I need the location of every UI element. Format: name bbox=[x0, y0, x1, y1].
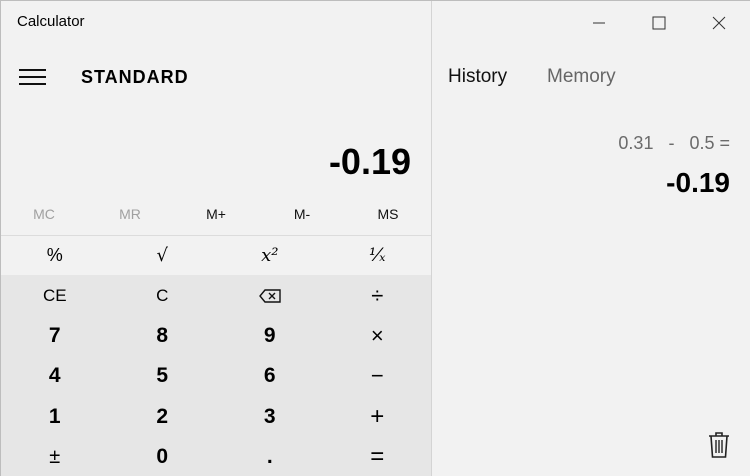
digit-2-button[interactable]: 2 bbox=[108, 396, 216, 437]
digits-row-123: 1 2 3 + bbox=[1, 396, 431, 437]
negate-button[interactable]: ± bbox=[1, 436, 109, 476]
plus-button[interactable]: + bbox=[323, 396, 431, 437]
bottom-row: ± 0 . = bbox=[1, 436, 431, 476]
percent-button[interactable]: % bbox=[1, 236, 109, 276]
result-display: -0.19 bbox=[328, 141, 411, 182]
minimize-button[interactable] bbox=[584, 11, 614, 35]
digits-row-456: 4 5 6 − bbox=[1, 356, 431, 397]
sqrt-button[interactable]: √ bbox=[108, 236, 216, 276]
decimal-button[interactable]: . bbox=[216, 436, 324, 476]
digit-3-button[interactable]: 3 bbox=[216, 396, 324, 437]
history-pane: History Memory 0.31 - 0.5 = -0.19 bbox=[431, 1, 750, 476]
digit-1-button[interactable]: 1 bbox=[1, 396, 109, 437]
divide-button[interactable]: ÷ bbox=[323, 275, 431, 316]
equals-button[interactable]: = bbox=[323, 436, 431, 476]
function-row: % √ x² ¹⁄ₓ bbox=[1, 235, 431, 276]
clear-row: CE C ÷ bbox=[1, 275, 431, 316]
close-button[interactable] bbox=[704, 11, 734, 35]
tab-history[interactable]: History bbox=[448, 66, 507, 88]
digit-7-button[interactable]: 7 bbox=[1, 315, 109, 357]
history-expression[interactable]: 0.31 - 0.5 = bbox=[618, 133, 730, 154]
clear-history-button[interactable] bbox=[707, 431, 731, 459]
app-title: Calculator bbox=[17, 13, 85, 30]
memory-recall-button[interactable]: MR bbox=[87, 197, 173, 231]
digit-0-button[interactable]: 0 bbox=[108, 436, 216, 476]
memory-clear-button[interactable]: MC bbox=[1, 197, 87, 231]
memory-subtract-button[interactable]: M- bbox=[259, 197, 345, 231]
tab-memory[interactable]: Memory bbox=[547, 66, 616, 88]
mode-title: STANDARD bbox=[81, 67, 189, 87]
keypad: % √ x² ¹⁄ₓ CE C ÷ 7 8 9 × 4 5 6 − 1 2 3 … bbox=[1, 235, 431, 476]
maximize-button[interactable] bbox=[644, 11, 674, 35]
digit-9-button[interactable]: 9 bbox=[216, 315, 324, 357]
backspace-button[interactable] bbox=[216, 275, 324, 316]
minimize-icon bbox=[593, 22, 605, 24]
memory-add-button[interactable]: M+ bbox=[173, 197, 259, 231]
close-icon bbox=[712, 16, 726, 30]
clear-button[interactable]: C bbox=[108, 275, 216, 316]
digits-row-789: 7 8 9 × bbox=[1, 315, 431, 357]
minus-button[interactable]: − bbox=[323, 356, 431, 397]
digit-5-button[interactable]: 5 bbox=[108, 356, 216, 397]
calculator-pane: Calculator STANDARD -0.19 MC MR M+ M- MS… bbox=[1, 1, 431, 476]
digit-6-button[interactable]: 6 bbox=[216, 356, 324, 397]
reciprocal-button[interactable]: ¹⁄ₓ bbox=[323, 236, 431, 276]
memory-store-button[interactable]: MS bbox=[345, 197, 431, 231]
clear-entry-button[interactable]: CE bbox=[1, 275, 109, 316]
maximize-icon bbox=[652, 16, 666, 30]
memory-row: MC MR M+ M- MS bbox=[1, 197, 431, 231]
multiply-button[interactable]: × bbox=[323, 315, 431, 357]
calculator-window: Calculator STANDARD -0.19 MC MR M+ M- MS… bbox=[0, 0, 750, 476]
digit-8-button[interactable]: 8 bbox=[108, 315, 216, 357]
backspace-icon bbox=[258, 288, 281, 303]
digit-4-button[interactable]: 4 bbox=[1, 356, 109, 397]
trash-icon bbox=[709, 432, 729, 458]
history-result[interactable]: -0.19 bbox=[666, 167, 730, 199]
square-button[interactable]: x² bbox=[216, 236, 324, 276]
hamburger-icon[interactable] bbox=[19, 69, 46, 87]
